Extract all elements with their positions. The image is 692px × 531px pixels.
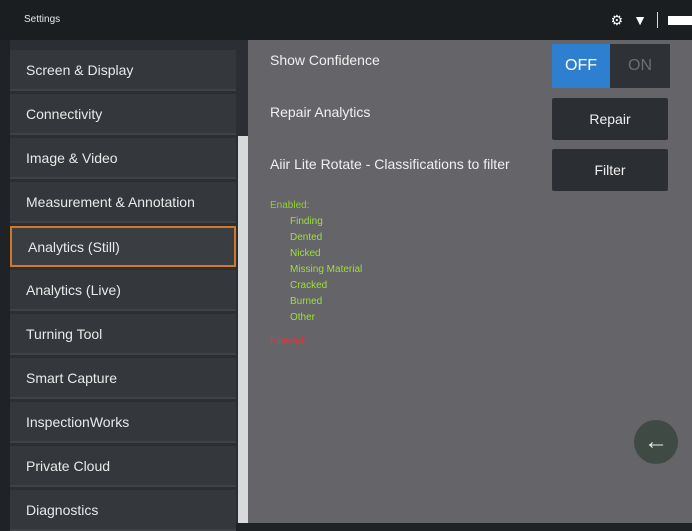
- status-divider: [657, 12, 658, 28]
- sidebar-item-private-cloud[interactable]: Private Cloud: [10, 446, 236, 487]
- sidebar-scrollbar[interactable]: [238, 136, 248, 523]
- filtered-heading: Filtered:: [270, 336, 307, 347]
- title-bar: Settings ⚙ ▼: [0, 0, 692, 40]
- list-item: Nicked: [290, 248, 321, 259]
- toggle-on-option[interactable]: ON: [610, 44, 670, 88]
- sidebar-item-turning-tool[interactable]: Turning Tool: [10, 314, 236, 355]
- sidebar-item-image-video[interactable]: Image & Video: [10, 138, 236, 179]
- show-confidence-label: Show Confidence: [270, 52, 380, 68]
- list-item: Dented: [290, 232, 323, 243]
- sidebar-item-analytics-live[interactable]: Analytics (Live): [10, 270, 236, 311]
- sidebar-item-label: Connectivity: [26, 105, 103, 122]
- sidebar-item-label: Private Cloud: [26, 457, 111, 474]
- sidebar-item-connectivity[interactable]: Connectivity: [10, 94, 236, 135]
- sidebar-item-label: Smart Capture: [26, 369, 118, 386]
- sidebar-item-inspectionworks[interactable]: InspectionWorks: [10, 402, 236, 443]
- sidebar-item-label: Image & Video: [26, 149, 118, 166]
- list-item: Missing Material: [290, 264, 363, 275]
- wifi-icon: ▼: [633, 12, 647, 28]
- list-item: Burned: [290, 296, 323, 307]
- sidebar-item-label: Analytics (Live): [26, 281, 121, 298]
- sidebar-item-diagnostics[interactable]: Diagnostics: [10, 490, 236, 531]
- toggle-off-option[interactable]: OFF: [552, 44, 610, 88]
- sidebar-item-label: Measurement & Annotation: [26, 193, 195, 210]
- repair-analytics-label: Repair Analytics: [270, 104, 371, 120]
- filter-button[interactable]: Filter: [552, 149, 668, 191]
- settings-sidebar: Screen & Display Connectivity Image & Vi…: [10, 40, 238, 531]
- sidebar-item-smart-capture[interactable]: Smart Capture: [10, 358, 236, 399]
- list-item: Cracked: [290, 280, 328, 291]
- classification-list: Enabled: Finding Dented Nicked Missing M…: [270, 198, 362, 350]
- sidebar-scroll-track: [238, 40, 248, 136]
- settings-content: Show Confidence OFF ON Repair Analytics …: [248, 40, 692, 523]
- battery-icon: [668, 15, 692, 25]
- enabled-heading: Enabled:: [270, 200, 310, 211]
- sidebar-item-label: Turning Tool: [26, 325, 103, 342]
- sidebar-item-analytics-still[interactable]: Analytics (Still): [10, 226, 236, 267]
- status-icons: ⚙ ▼: [611, 8, 692, 32]
- sidebar-item-measurement-annotation[interactable]: Measurement & Annotation: [10, 182, 236, 223]
- sidebar-item-screen-display[interactable]: Screen & Display: [10, 50, 236, 91]
- show-confidence-toggle[interactable]: OFF ON: [552, 44, 670, 88]
- gear-icon[interactable]: ⚙: [611, 13, 624, 27]
- sidebar-item-label: Diagnostics: [26, 501, 99, 518]
- window-title: Settings: [24, 14, 61, 25]
- list-item: Other: [290, 312, 316, 323]
- back-arrow-icon: ←: [644, 428, 668, 455]
- repair-button[interactable]: Repair: [552, 98, 668, 140]
- classifications-filter-label: Aiir Lite Rotate - Classifications to fi…: [270, 156, 510, 172]
- sidebar-item-label: Screen & Display: [26, 61, 134, 78]
- sidebar-item-label: InspectionWorks: [26, 413, 130, 430]
- back-arrow-button[interactable]: ←: [634, 420, 678, 464]
- sidebar-item-label: Analytics (Still): [28, 238, 120, 255]
- list-item: Finding: [290, 216, 323, 227]
